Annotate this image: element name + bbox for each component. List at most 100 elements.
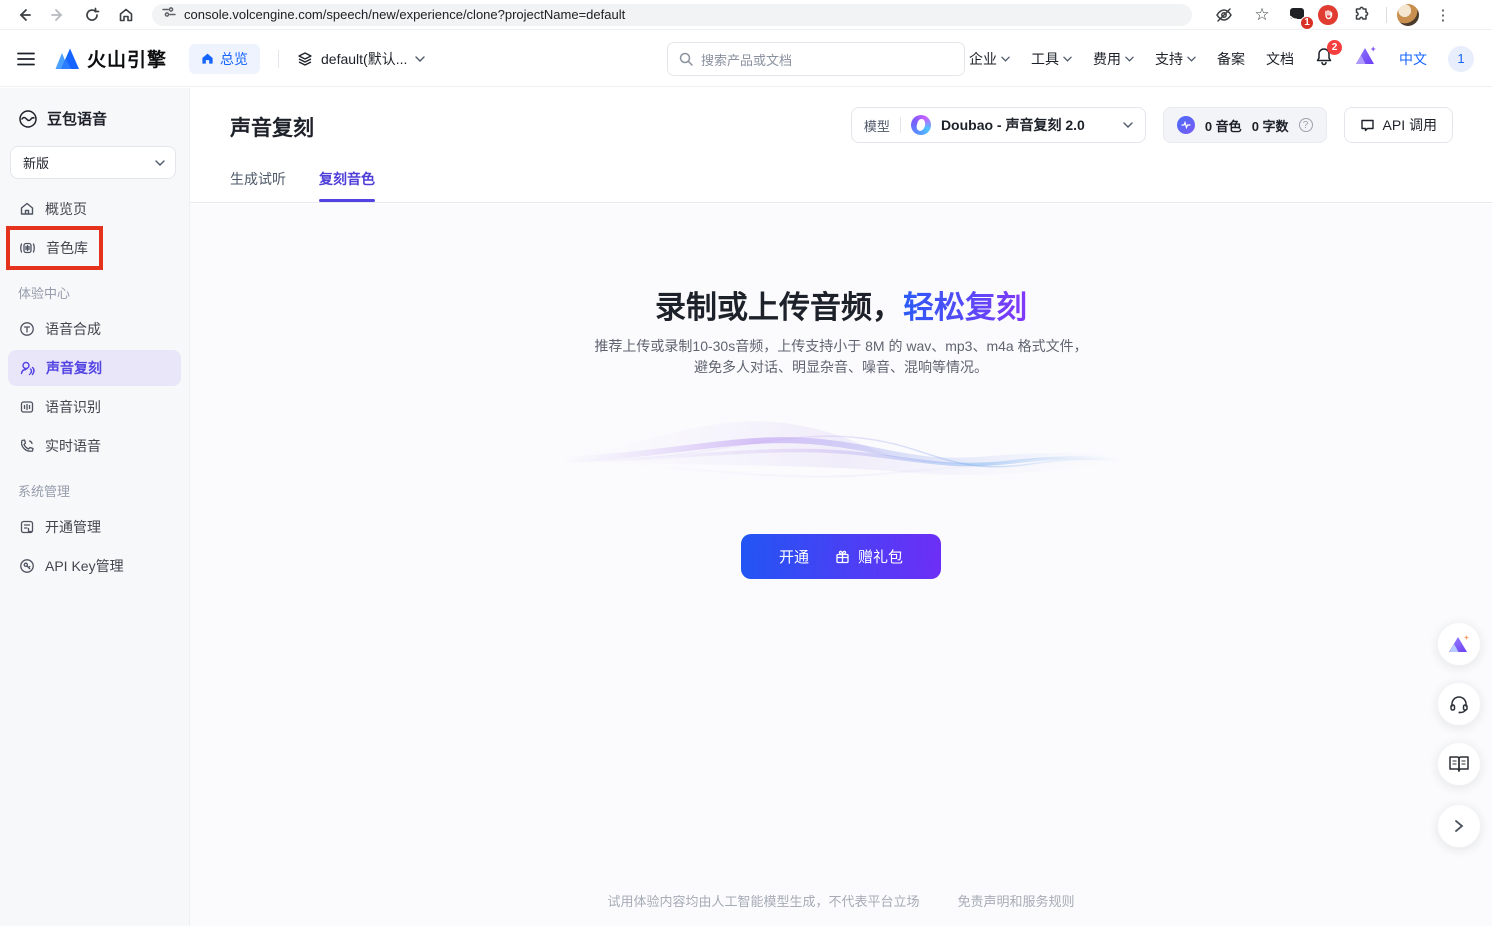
tab-generate-audition[interactable]: 生成试听 bbox=[230, 169, 286, 202]
sidebar-item-voice-clone[interactable]: 声音复刻 bbox=[8, 350, 181, 386]
quota-stats[interactable]: 0 音色 0 字数 ? bbox=[1163, 107, 1327, 143]
hero-title-normal: 录制或上传音频， bbox=[655, 290, 903, 325]
sidebar-product-title: 豆包语音 bbox=[47, 108, 107, 129]
home-icon[interactable] bbox=[112, 3, 140, 27]
house-icon bbox=[19, 201, 35, 217]
menu-tools[interactable]: 工具 bbox=[1031, 49, 1072, 69]
asr-icon bbox=[19, 399, 35, 415]
sidebar-product-header: 豆包语音 bbox=[0, 88, 189, 129]
sidebar: 豆包语音 新版 概览页 音色库 体验中心 语音合成 声音复刻 语音识别 实时语音… bbox=[0, 88, 190, 926]
menu-docs[interactable]: 文档 bbox=[1266, 49, 1294, 69]
overview-home-icon bbox=[201, 52, 214, 65]
forward-icon[interactable] bbox=[44, 3, 72, 27]
chevron-down-icon bbox=[1125, 56, 1134, 62]
sidebar-item-asr[interactable]: 语音识别 bbox=[8, 389, 181, 425]
collapse-fab[interactable] bbox=[1437, 804, 1481, 848]
notification-badge: 2 bbox=[1327, 40, 1342, 55]
console-topnav: 火山引擎 总览 default(默认... 搜索产品或文档 企业 工具 费用 bbox=[0, 30, 1492, 87]
menu-billing[interactable]: 费用 bbox=[1093, 49, 1134, 69]
project-selector[interactable]: default(默认... bbox=[297, 49, 425, 69]
tab-bar: 生成试听 复刻音色 bbox=[230, 169, 375, 202]
nav-divider bbox=[278, 50, 279, 68]
gift-label: 赠礼包 bbox=[858, 546, 903, 567]
extension-icon[interactable]: 1 bbox=[1286, 4, 1308, 26]
refresh-icon[interactable] bbox=[78, 3, 106, 27]
sidebar-item-overview[interactable]: 概览页 bbox=[8, 191, 181, 227]
menu-label: 支持 bbox=[1155, 49, 1183, 69]
chevron-down-icon bbox=[1123, 122, 1133, 128]
voice-clone-icon bbox=[19, 360, 36, 376]
open-book-icon bbox=[1448, 754, 1470, 774]
hamburger-menu-icon[interactable] bbox=[12, 45, 40, 73]
menu-label: 工具 bbox=[1031, 49, 1059, 69]
chevron-down-icon bbox=[1001, 56, 1010, 62]
doubao-logo-icon bbox=[911, 115, 931, 135]
project-selector-value: default(默认... bbox=[321, 49, 407, 69]
floating-toolbar bbox=[1437, 622, 1481, 848]
docs-fab[interactable] bbox=[1437, 742, 1481, 786]
ai-helper-fab[interactable] bbox=[1437, 622, 1481, 666]
chevron-down-icon bbox=[1063, 56, 1072, 62]
api-call-button[interactable]: API 调用 bbox=[1344, 107, 1453, 143]
menu-label: 文档 bbox=[1266, 49, 1294, 69]
sidebar-item-label: 声音复刻 bbox=[46, 358, 102, 378]
voice-library-icon bbox=[19, 240, 36, 256]
activate-button[interactable]: 开通 赠礼包 bbox=[741, 534, 941, 579]
sidebar-item-tts[interactable]: 语音合成 bbox=[8, 311, 181, 347]
browser-profile-avatar[interactable] bbox=[1397, 4, 1419, 26]
waveform-graphic bbox=[190, 404, 1492, 504]
chevron-down-icon bbox=[155, 160, 165, 166]
activate-label: 开通 bbox=[779, 546, 809, 567]
search-input[interactable]: 搜索产品或文档 bbox=[667, 42, 965, 76]
url-text[interactable]: console.volcengine.com/speech/new/experi… bbox=[184, 7, 625, 22]
sidebar-section-experience: 体验中心 bbox=[0, 269, 189, 308]
help-icon[interactable]: ? bbox=[1299, 118, 1313, 132]
page-title: 声音复刻 bbox=[230, 112, 314, 142]
footer-disclaimer: 试用体验内容均由人工智能模型生成，不代表平台立场 bbox=[607, 891, 919, 910]
model-selector[interactable]: 模型 Doubao - 声音复刻 2.0 bbox=[851, 107, 1146, 143]
back-icon[interactable] bbox=[10, 3, 38, 27]
hero-desc-line1: 推荐上传或录制10-30s音频，上传支持小于 8M 的 wav、mp3、m4a … bbox=[190, 336, 1492, 357]
ai-assistant-icon[interactable] bbox=[1354, 45, 1378, 72]
headset-icon bbox=[1448, 693, 1470, 715]
overview-button[interactable]: 总览 bbox=[189, 44, 260, 74]
extensions-puzzle-icon[interactable] bbox=[1348, 3, 1376, 27]
language-switch[interactable]: 中文 bbox=[1399, 49, 1427, 69]
footer-terms-link[interactable]: 免责声明和服务规则 bbox=[958, 891, 1075, 910]
model-selector-label: 模型 bbox=[864, 116, 890, 135]
address-bar[interactable]: console.volcengine.com/speech/new/experi… bbox=[152, 4, 1192, 26]
chevron-right-icon bbox=[1454, 819, 1464, 833]
bookmark-star-icon[interactable]: ☆ bbox=[1248, 3, 1276, 27]
sidebar-item-voice-library[interactable]: 音色库 bbox=[8, 230, 181, 266]
page-footer: 试用体验内容均由人工智能模型生成，不代表平台立场 免责声明和服务规则 bbox=[190, 891, 1492, 910]
notification-bell-icon[interactable]: 2 bbox=[1315, 47, 1333, 71]
tab-clone-voice[interactable]: 复刻音色 bbox=[319, 169, 375, 202]
sidebar-item-realtime-voice[interactable]: 实时语音 bbox=[8, 428, 181, 464]
sidebar-item-activation[interactable]: 开通管理 bbox=[8, 509, 181, 545]
hide-eye-icon[interactable] bbox=[1210, 3, 1238, 27]
hero-description: 推荐上传或录制10-30s音频，上传支持小于 8M 的 wav、mp3、m4a … bbox=[190, 336, 1492, 378]
version-selector[interactable]: 新版 bbox=[10, 146, 176, 179]
site-settings-icon[interactable] bbox=[162, 5, 176, 24]
adblock-icon[interactable] bbox=[1318, 5, 1338, 25]
menu-icp[interactable]: 备案 bbox=[1217, 49, 1245, 69]
hero-desc-line2: 避免多人对话、明显杂音、噪音、混响等情况。 bbox=[190, 357, 1492, 378]
tts-icon bbox=[19, 321, 35, 337]
account-avatar[interactable]: 1 bbox=[1448, 46, 1474, 72]
menu-support[interactable]: 支持 bbox=[1155, 49, 1196, 69]
api-icon bbox=[1360, 118, 1375, 133]
customer-service-fab[interactable] bbox=[1437, 682, 1481, 726]
menu-label: 费用 bbox=[1093, 49, 1121, 69]
model-divider bbox=[900, 117, 901, 133]
main-header: 声音复刻 模型 Doubao - 声音复刻 2.0 0 音色 0 字数 ? AP… bbox=[190, 88, 1492, 203]
extension-badge: 1 bbox=[1300, 16, 1314, 30]
volcengine-logo[interactable]: 火山引擎 bbox=[54, 45, 167, 72]
sidebar-item-api-key[interactable]: API Key管理 bbox=[8, 548, 181, 584]
menu-enterprise[interactable]: 企业 bbox=[969, 49, 1010, 69]
sidebar-section-system: 系统管理 bbox=[0, 467, 189, 506]
browser-menu-icon[interactable]: ⋮ bbox=[1429, 3, 1457, 27]
sidebar-item-label: 概览页 bbox=[45, 199, 87, 219]
version-selector-value: 新版 bbox=[23, 153, 49, 172]
search-icon bbox=[679, 52, 693, 66]
ai-mountain-icon bbox=[1447, 633, 1471, 655]
